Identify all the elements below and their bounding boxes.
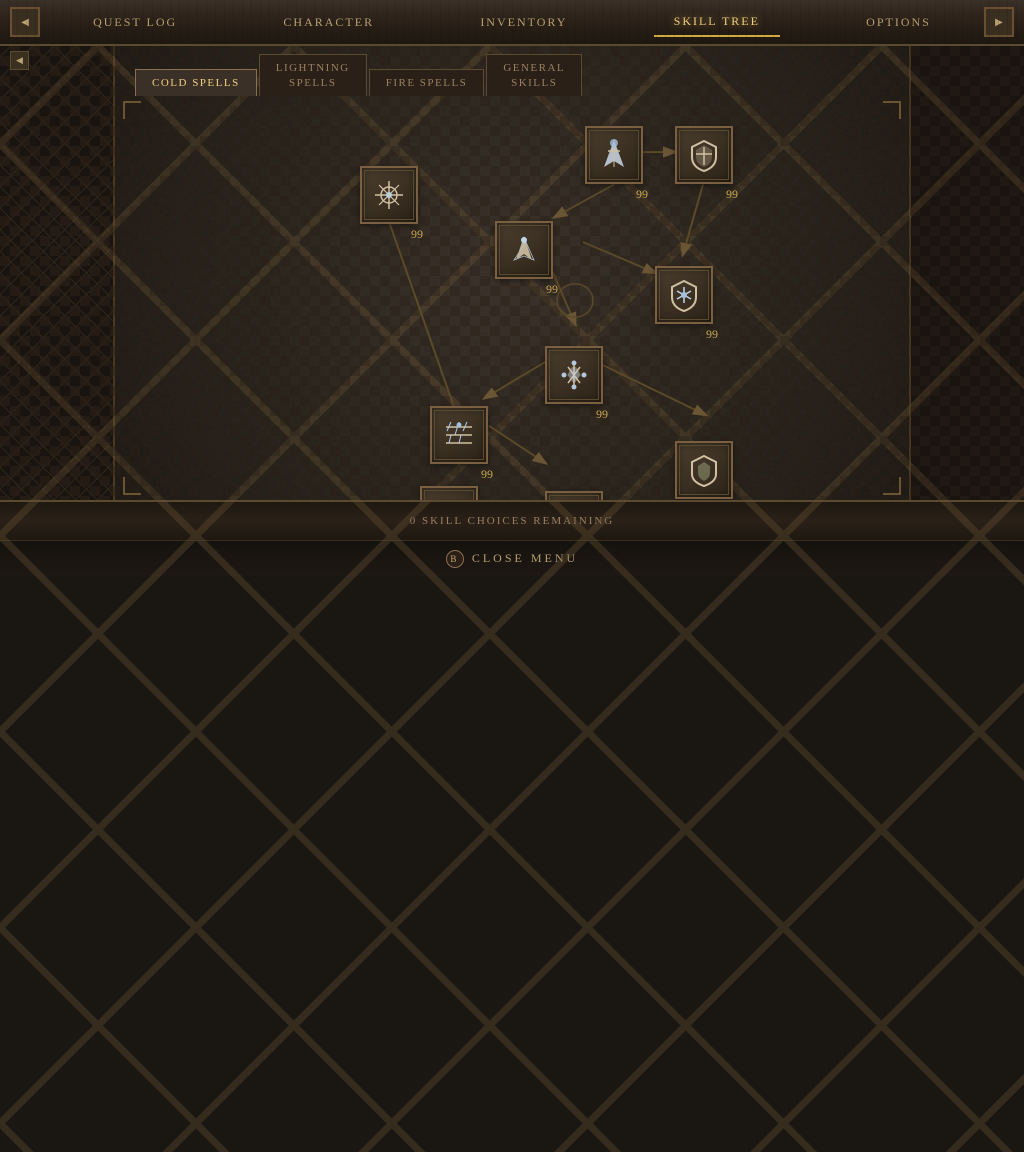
skill-count-5: 99: [706, 327, 718, 342]
skill-count-6: 99: [596, 407, 608, 422]
nav-item-options[interactable]: Options: [846, 9, 951, 36]
corner-deco-tr: [883, 101, 901, 119]
skill-tree-arrows: [115, 101, 909, 500]
skill-node-ice-burst[interactable]: 99: [360, 166, 418, 224]
skill-icon-blizzard[interactable]: [430, 406, 488, 464]
tab-cold-spells[interactable]: Cold Spells: [135, 69, 257, 96]
node-wrapper-3: 99: [585, 126, 643, 184]
skill-icon-frozen-armor[interactable]: [545, 346, 603, 404]
node-wrapper-8: 99: [675, 441, 733, 499]
skill-icon-shield-top[interactable]: [675, 126, 733, 184]
skill-node-ice-creature[interactable]: 99: [545, 491, 603, 500]
corner-deco-br: [883, 477, 901, 495]
skill-node-frozen-armor[interactable]: 99: [545, 346, 603, 404]
node-wrapper-2: 99: [495, 221, 553, 279]
skill-tree-area: Cold Spells Lightning Spells Fire Spells…: [115, 46, 909, 500]
skill-node-shield-top[interactable]: 99: [675, 126, 733, 184]
nav-item-skill-tree[interactable]: Skill Tree: [654, 8, 780, 37]
skill-icon-ice-burst[interactable]: [360, 166, 418, 224]
tab-lightning-spells[interactable]: Lightning Spells: [259, 54, 367, 96]
node-wrapper: 99: [360, 166, 418, 224]
skill-icon-snowflake-shield[interactable]: [655, 266, 713, 324]
nav-left-corner[interactable]: ◀: [10, 7, 40, 37]
skill-icon-lower-shield[interactable]: [675, 441, 733, 499]
top-nav: ◀ Quest Log Character Inventory Skill Tr…: [0, 0, 1024, 46]
nav-item-inventory[interactable]: Inventory: [460, 9, 587, 36]
middle-section: ◀ Cold Spells Lightning Spells Fire Spel…: [0, 46, 1024, 500]
skill-node-snowflake-shield[interactable]: 99: [655, 266, 713, 324]
left-panel-corner: ◀: [10, 51, 29, 70]
nav-item-character[interactable]: Character: [263, 9, 394, 36]
node-wrapper-5: 99: [655, 266, 713, 324]
tab-fire-spells[interactable]: Fire Spells: [369, 69, 485, 96]
tab-bar: Cold Spells Lightning Spells Fire Spells…: [115, 46, 909, 96]
right-side-panel: [909, 46, 1024, 500]
skill-icon-ice-creature[interactable]: [545, 491, 603, 500]
skill-node-ice-bolt[interactable]: 99: [495, 221, 553, 279]
node-wrapper-6: 99: [545, 346, 603, 404]
nav-item-quest-log[interactable]: Quest Log: [73, 9, 197, 36]
skill-node-lower-shield[interactable]: 99: [675, 441, 733, 499]
skill-node-blizzard[interactable]: 99: [430, 406, 488, 464]
skill-node-freeze[interactable]: 99: [420, 486, 478, 500]
skill-node-frozen-arrow[interactable]: 99: [585, 126, 643, 184]
skill-count-7: 99: [481, 467, 493, 482]
skill-count-4: 99: [726, 187, 738, 202]
tab-general-skills[interactable]: General Skills: [486, 54, 582, 96]
corner-deco-bl: [123, 477, 141, 495]
skill-icon-freeze[interactable]: [420, 486, 478, 500]
nav-items: Quest Log Character Inventory Skill Tree…: [40, 8, 984, 37]
skill-icon-ice-bolt[interactable]: [495, 221, 553, 279]
skill-count-3: 99: [636, 187, 648, 202]
skill-count-2: 99: [546, 282, 558, 297]
nav-right-corner[interactable]: ▶: [984, 7, 1014, 37]
node-wrapper-10: 99: [545, 491, 603, 500]
skill-icon-frozen-arrow[interactable]: [585, 126, 643, 184]
node-wrapper-7: 99: [430, 406, 488, 464]
node-wrapper-9: 99: [420, 486, 478, 500]
node-wrapper-4: 99: [675, 126, 733, 184]
nodes-area: 99 99: [115, 101, 909, 500]
main-container: ◀ Quest Log Character Inventory Skill Tr…: [0, 0, 1024, 576]
corner-deco-tl: [123, 101, 141, 119]
skill-count-1: 99: [411, 227, 423, 242]
